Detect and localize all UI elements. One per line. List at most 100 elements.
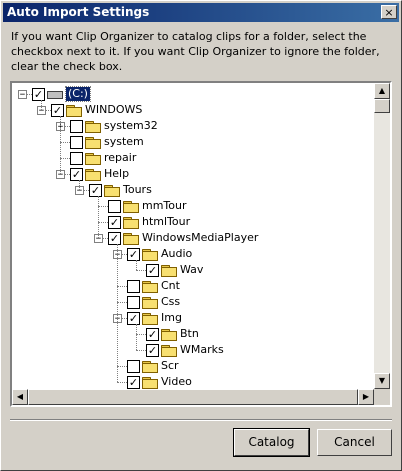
tree-connector — [60, 116, 61, 174]
tree-node[interactable]: ✓ Btn — [12, 326, 374, 342]
tree-connector — [117, 302, 127, 303]
tree-node[interactable]: ✓ htmlTour — [12, 214, 374, 230]
tree-node-label[interactable]: Tours — [123, 183, 152, 197]
folder-checkbox[interactable]: ✓ — [108, 216, 121, 229]
vertical-scroll-thumb[interactable] — [374, 99, 390, 113]
folder-checkbox[interactable] — [70, 136, 83, 149]
title-bar: Auto Import Settings × — [3, 3, 399, 22]
tree-node-label[interactable]: Css — [161, 295, 180, 309]
dialog-title: Auto Import Settings — [7, 5, 150, 19]
tree-node[interactable]: ✓ WMarks — [12, 342, 374, 358]
folder-icon — [142, 280, 158, 293]
tree-connector — [41, 100, 42, 110]
folder-checkbox[interactable]: ✓ — [146, 328, 159, 341]
tree-node[interactable]: − ✓ (C:) — [12, 86, 374, 102]
scroll-left-button[interactable]: ◀ — [12, 389, 28, 405]
folder-checkbox[interactable]: ✓ — [32, 88, 45, 101]
scroll-right-button[interactable]: ▶ — [358, 389, 374, 405]
tree-node[interactable]: ✓ Wav — [12, 262, 374, 278]
tree-node[interactable]: ✓ Video — [12, 374, 374, 390]
tree-connector — [79, 180, 80, 190]
tree-connector — [136, 350, 146, 351]
tree-node-label[interactable]: system — [104, 135, 144, 149]
cancel-button[interactable]: Cancel — [317, 429, 392, 456]
tree-connector — [136, 324, 137, 350]
folder-icon — [104, 184, 120, 197]
folder-checkbox[interactable] — [127, 280, 140, 293]
folder-tree[interactable]: − ✓ (C:) − ✓ WINDOWS + system32 system repair − ✓ He… — [10, 81, 392, 407]
tree-node-label[interactable]: htmlTour — [142, 215, 190, 229]
folder-icon — [142, 376, 158, 389]
folder-icon — [161, 328, 177, 341]
tree-connector — [136, 270, 146, 271]
folder-checkbox[interactable]: ✓ — [127, 312, 140, 325]
folder-icon — [85, 152, 101, 165]
horizontal-scroll-thumb[interactable] — [28, 389, 358, 405]
tree-node-label[interactable]: WindowsMediaPlayer — [142, 231, 258, 245]
folder-icon — [142, 360, 158, 373]
folder-checkbox[interactable]: ✓ — [89, 184, 102, 197]
tree-node[interactable]: − ✓ WINDOWS — [12, 102, 374, 118]
tree-node-label[interactable]: (C:) — [65, 86, 91, 102]
folder-checkbox[interactable]: ✓ — [146, 344, 159, 357]
folder-checkbox[interactable] — [70, 120, 83, 133]
tree-connector — [117, 286, 127, 287]
tree-node[interactable]: − ✓ Help — [12, 166, 374, 182]
tree-node[interactable]: − ✓ Audio — [12, 246, 374, 262]
tree-node-label[interactable]: Scr — [161, 359, 179, 373]
folder-checkbox[interactable] — [70, 152, 83, 165]
tree-node-label[interactable]: Btn — [180, 327, 199, 341]
tree-node[interactable]: Css — [12, 294, 374, 310]
tree-node[interactable]: Scr — [12, 358, 374, 374]
scrollbar-corner — [374, 389, 390, 405]
folder-icon — [142, 248, 158, 261]
folder-icon — [85, 136, 101, 149]
tree-node[interactable]: − ✓ WindowsMediaPlayer — [12, 230, 374, 246]
tree-connector — [117, 366, 127, 367]
tree-node-label[interactable]: repair — [104, 151, 136, 165]
tree-node[interactable]: + system32 — [12, 118, 374, 134]
tree-node[interactable]: repair — [12, 150, 374, 166]
divider — [10, 419, 392, 421]
tree-node[interactable]: − ✓ Tours — [12, 182, 374, 198]
vertical-scrollbar[interactable]: ▲ ▼ — [374, 83, 390, 389]
auto-import-settings-dialog: Auto Import Settings × If you want Clip … — [0, 0, 402, 471]
folder-checkbox[interactable] — [127, 296, 140, 309]
tree-node-label[interactable]: system32 — [104, 119, 158, 133]
folder-icon — [66, 104, 82, 117]
tree-node-label[interactable]: WINDOWS — [85, 103, 142, 117]
tree-node-label[interactable]: mmTour — [142, 199, 187, 213]
close-button[interactable]: × — [381, 5, 397, 19]
tree-node[interactable]: mmTour — [12, 198, 374, 214]
tree-connector — [136, 334, 146, 335]
tree-node-label[interactable]: Img — [161, 311, 182, 325]
collapse-icon[interactable]: − — [18, 90, 27, 100]
folder-icon — [142, 296, 158, 309]
folder-checkbox[interactable]: ✓ — [127, 248, 140, 261]
scroll-up-button[interactable]: ▲ — [374, 83, 390, 99]
catalog-button[interactable]: Catalog — [233, 428, 310, 457]
tree-connector — [117, 244, 118, 382]
folder-checkbox[interactable]: ✓ — [70, 168, 83, 181]
tree-node[interactable]: system — [12, 134, 374, 150]
folder-checkbox[interactable]: ✓ — [51, 104, 64, 117]
tree-connector — [98, 206, 108, 207]
folder-checkbox[interactable]: ✓ — [127, 376, 140, 389]
tree-connector — [117, 382, 127, 383]
tree-node[interactable]: − ✓ Img — [12, 310, 374, 326]
tree-node-label[interactable]: Audio — [161, 247, 192, 261]
tree-node-label[interactable]: WMarks — [180, 343, 224, 357]
tree-node-label[interactable]: Video — [161, 375, 192, 389]
scroll-down-button[interactable]: ▼ — [374, 373, 390, 389]
folder-checkbox[interactable]: ✓ — [146, 264, 159, 277]
horizontal-scrollbar[interactable]: ◀ ▶ — [12, 389, 374, 405]
tree-node-label[interactable]: Help — [104, 167, 129, 181]
folder-checkbox[interactable] — [127, 360, 140, 373]
folder-icon — [123, 216, 139, 229]
tree-connector — [60, 142, 70, 143]
tree-node-label[interactable]: Cnt — [161, 279, 180, 293]
tree-node[interactable]: Cnt — [12, 278, 374, 294]
tree-node-label[interactable]: Wav — [180, 263, 203, 277]
folder-checkbox[interactable]: ✓ — [108, 232, 121, 245]
folder-checkbox[interactable] — [108, 200, 121, 213]
